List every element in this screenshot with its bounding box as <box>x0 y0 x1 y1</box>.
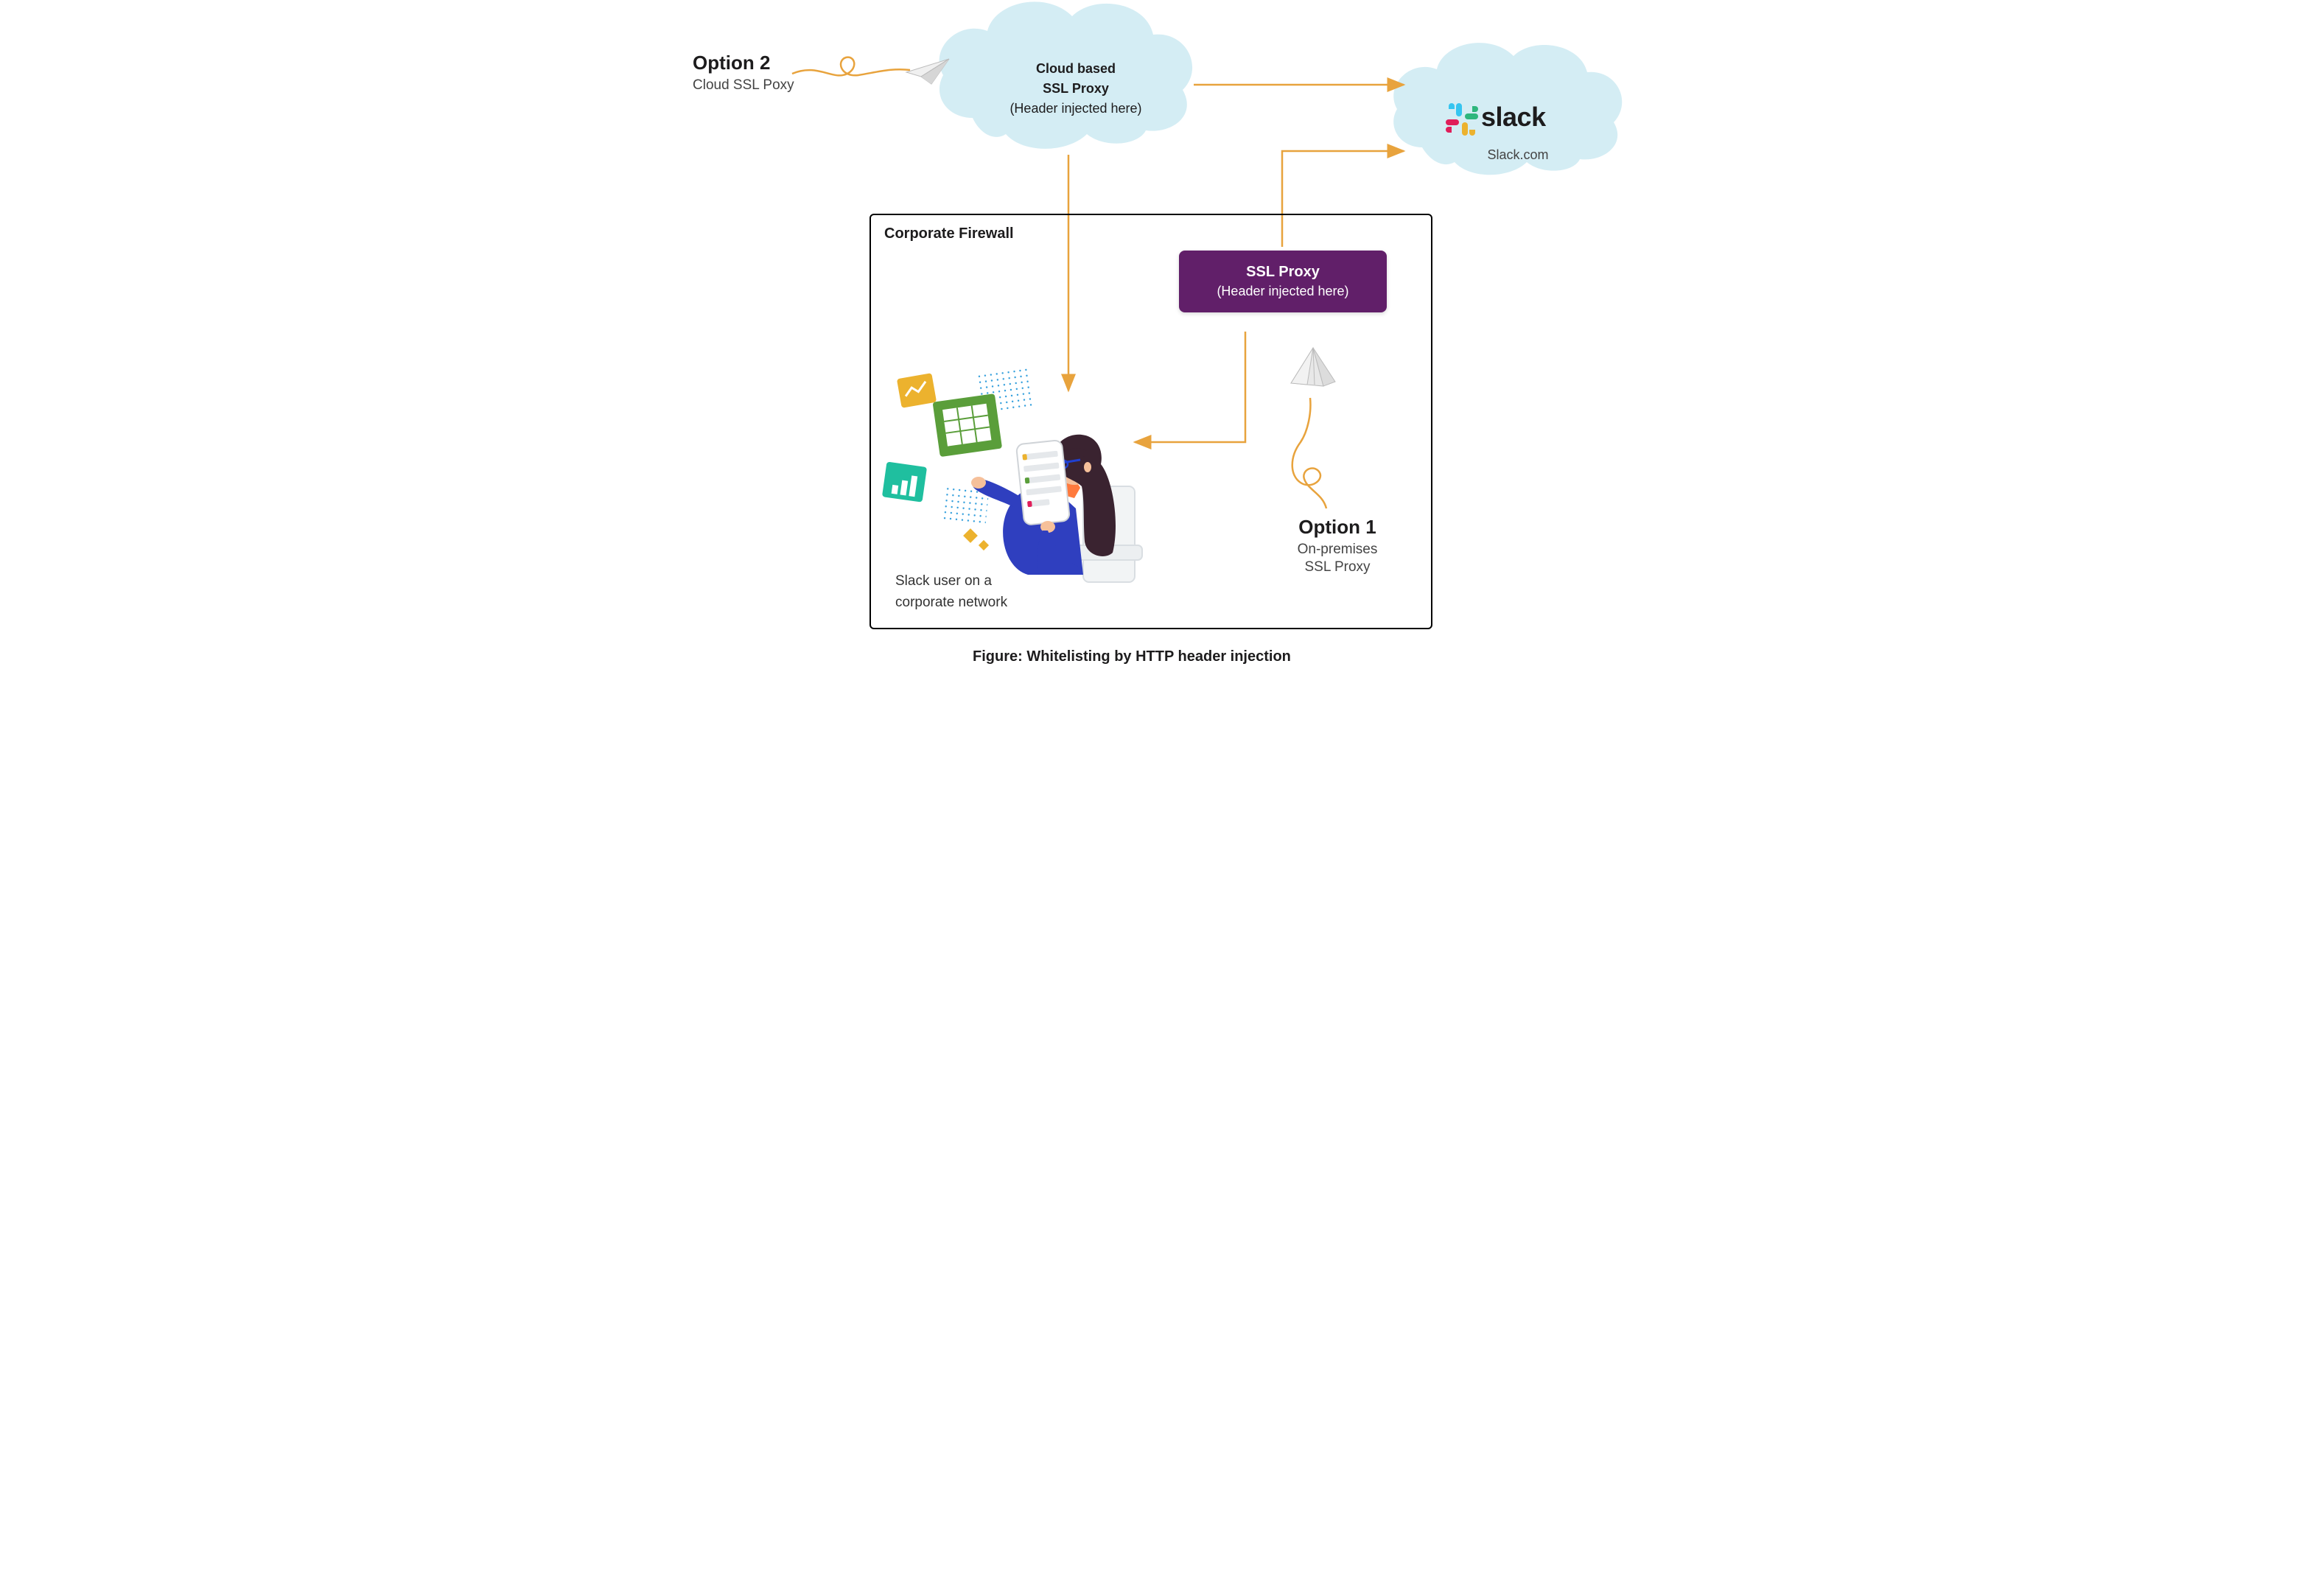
option2-block: Option 2 Cloud SSL Poxy <box>693 52 794 94</box>
option2-title: Option 2 <box>693 52 794 74</box>
user-caption: Slack user on a corporate network <box>895 571 1007 613</box>
user-caption-line1: Slack user on a <box>895 573 992 589</box>
user-caption-line2: corporate network <box>895 595 1007 610</box>
option1-title: Option 1 <box>1271 516 1404 539</box>
option2-squiggle <box>792 57 910 76</box>
option1-subtitle2: SSL Proxy <box>1271 559 1404 575</box>
slack-wordmark: slack <box>1481 102 1546 132</box>
option1-block: Option 1 On-premises SSL Proxy <box>1271 516 1404 575</box>
ssl-proxy-title: SSL Proxy <box>1198 264 1368 281</box>
cloud-proxy-label: Cloud based SSL Proxy (Header injected h… <box>980 59 1172 119</box>
slack-domain: Slack.com <box>1487 147 1548 162</box>
figure-caption: Figure: Whitelisting by HTTP header inje… <box>973 648 1291 665</box>
diagram-stage: Option 2 Cloud SSL Poxy Cloud based SSL … <box>648 0 1651 707</box>
slack-domain-label: Slack.com <box>1459 147 1577 163</box>
cloud-proxy-line3: (Header injected here) <box>1009 101 1141 116</box>
firewall-label: Corporate Firewall <box>884 225 1014 242</box>
cloud-proxy-line1: Cloud based <box>1036 61 1116 76</box>
ssl-proxy-box: SSL Proxy (Header injected here) <box>1179 251 1387 312</box>
cloud-proxy-line2: SSL Proxy <box>1043 81 1109 96</box>
ssl-proxy-subtitle: (Header injected here) <box>1198 284 1368 299</box>
slack-label-block: slack <box>1481 102 1546 133</box>
option1-subtitle1: On-premises <box>1271 542 1404 558</box>
option2-subtitle: Cloud SSL Poxy <box>693 77 794 94</box>
